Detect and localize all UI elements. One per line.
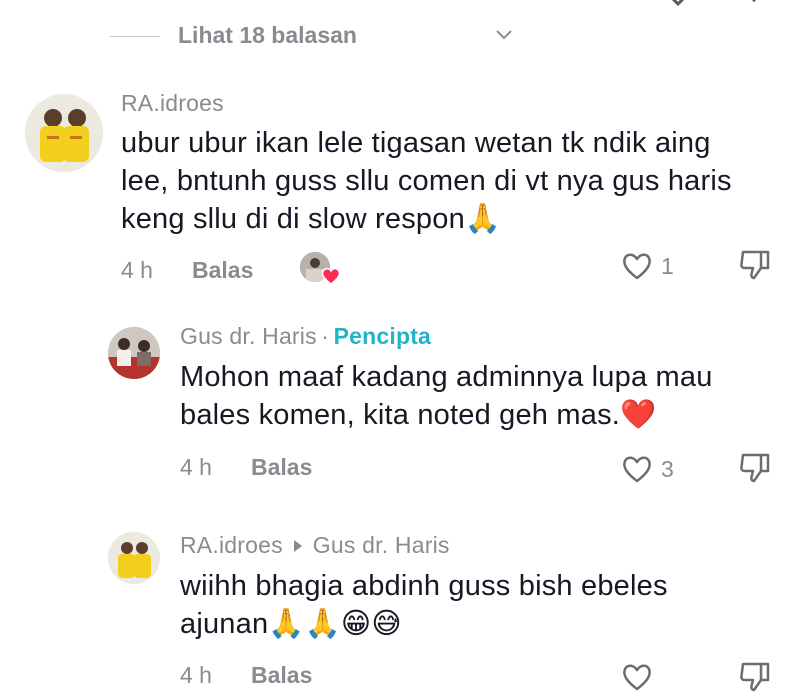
comment-text: wiihh bhagia abdinh guss bish ebeles aju… [180, 567, 780, 643]
comment-author[interactable]: Gus dr. Haris [180, 323, 317, 349]
separator-dot: · [321, 323, 330, 349]
comment-header: RA.idroes Gus dr. Haris [180, 532, 450, 559]
reply-button[interactable]: Balas [251, 662, 312, 689]
avatar[interactable] [25, 94, 103, 172]
reply-to-author[interactable]: Gus dr. Haris [313, 532, 450, 559]
dislike-icon[interactable] [738, 0, 774, 8]
heart-icon[interactable] [660, 0, 696, 8]
like-button[interactable]: 3 [620, 452, 674, 486]
comment-author[interactable]: RA.idroes [180, 532, 283, 559]
comment-text-line: ubur ubur ikan lele tigasan wetan tk ndi… [121, 127, 711, 159]
comment-text-line-last: keng sllu di di slow respon🙏 [121, 203, 502, 235]
avatar[interactable] [108, 532, 160, 584]
view-replies-label[interactable]: Lihat 18 balasan [178, 22, 357, 49]
comment-text-line: Mohon maaf kadang adminnya lupa mau [180, 361, 713, 393]
praying-hands-emoji: 🙏 [304, 608, 341, 640]
grinning-face-emoji: 😁 [340, 608, 372, 640]
view-replies-row[interactable]: Lihat 18 balasan [110, 22, 512, 52]
heart-outline-icon [623, 456, 651, 483]
avatar-image [108, 532, 160, 584]
reply-button[interactable]: Balas [192, 257, 253, 284]
praying-hands-emoji: 🙏 [464, 203, 502, 235]
comment-text-line-last: ajunan🙏🙏😁😅 [180, 608, 402, 640]
creator-liked-badge [300, 250, 344, 286]
heart-outline-icon [623, 664, 651, 691]
comment-header: Gus dr. Haris · Pencipta [180, 323, 431, 350]
comment-time: 4 h [180, 662, 212, 688]
dislike-icon[interactable] [737, 660, 773, 694]
comment-text: Mohon maaf kadang adminnya lupa mau bale… [180, 358, 780, 434]
like-button[interactable] [620, 660, 661, 694]
chevron-down-icon [496, 30, 512, 40]
like-count: 3 [661, 455, 674, 482]
comment-text-line-last: bales komen, kita noted geh mas.❤️ [180, 399, 657, 431]
praying-hands-emoji: 🙏 [268, 608, 305, 640]
comment-text-line: wiihh bhagia abdinh guss bish ebeles [180, 570, 668, 602]
avatar[interactable] [108, 327, 160, 379]
avatar-image [108, 327, 160, 379]
comment-author[interactable]: RA.idroes [121, 90, 224, 117]
dislike-icon[interactable] [737, 451, 773, 485]
creator-badge: Pencipta [333, 323, 432, 349]
sweat-smile-emoji: 😅 [371, 608, 402, 640]
avatar-image [25, 94, 103, 172]
play-arrow-icon [293, 539, 302, 552]
comment-time: 4 h [180, 454, 212, 480]
divider [110, 36, 160, 37]
comment-text: ubur ubur ikan lele tigasan wetan tk ndi… [121, 124, 781, 238]
dislike-icon[interactable] [737, 248, 773, 282]
heart-outline-icon [623, 253, 651, 280]
like-count: 1 [661, 252, 674, 279]
heart-reaction-icon [321, 267, 341, 285]
reply-button[interactable]: Balas [251, 454, 312, 481]
like-button[interactable]: 1 [620, 249, 674, 283]
comment-time: 4 h [121, 257, 153, 283]
red-heart-emoji: ❤️ [620, 399, 657, 431]
comment-text-line: lee, bntunh guss sllu comen di vt nya gu… [121, 165, 732, 197]
